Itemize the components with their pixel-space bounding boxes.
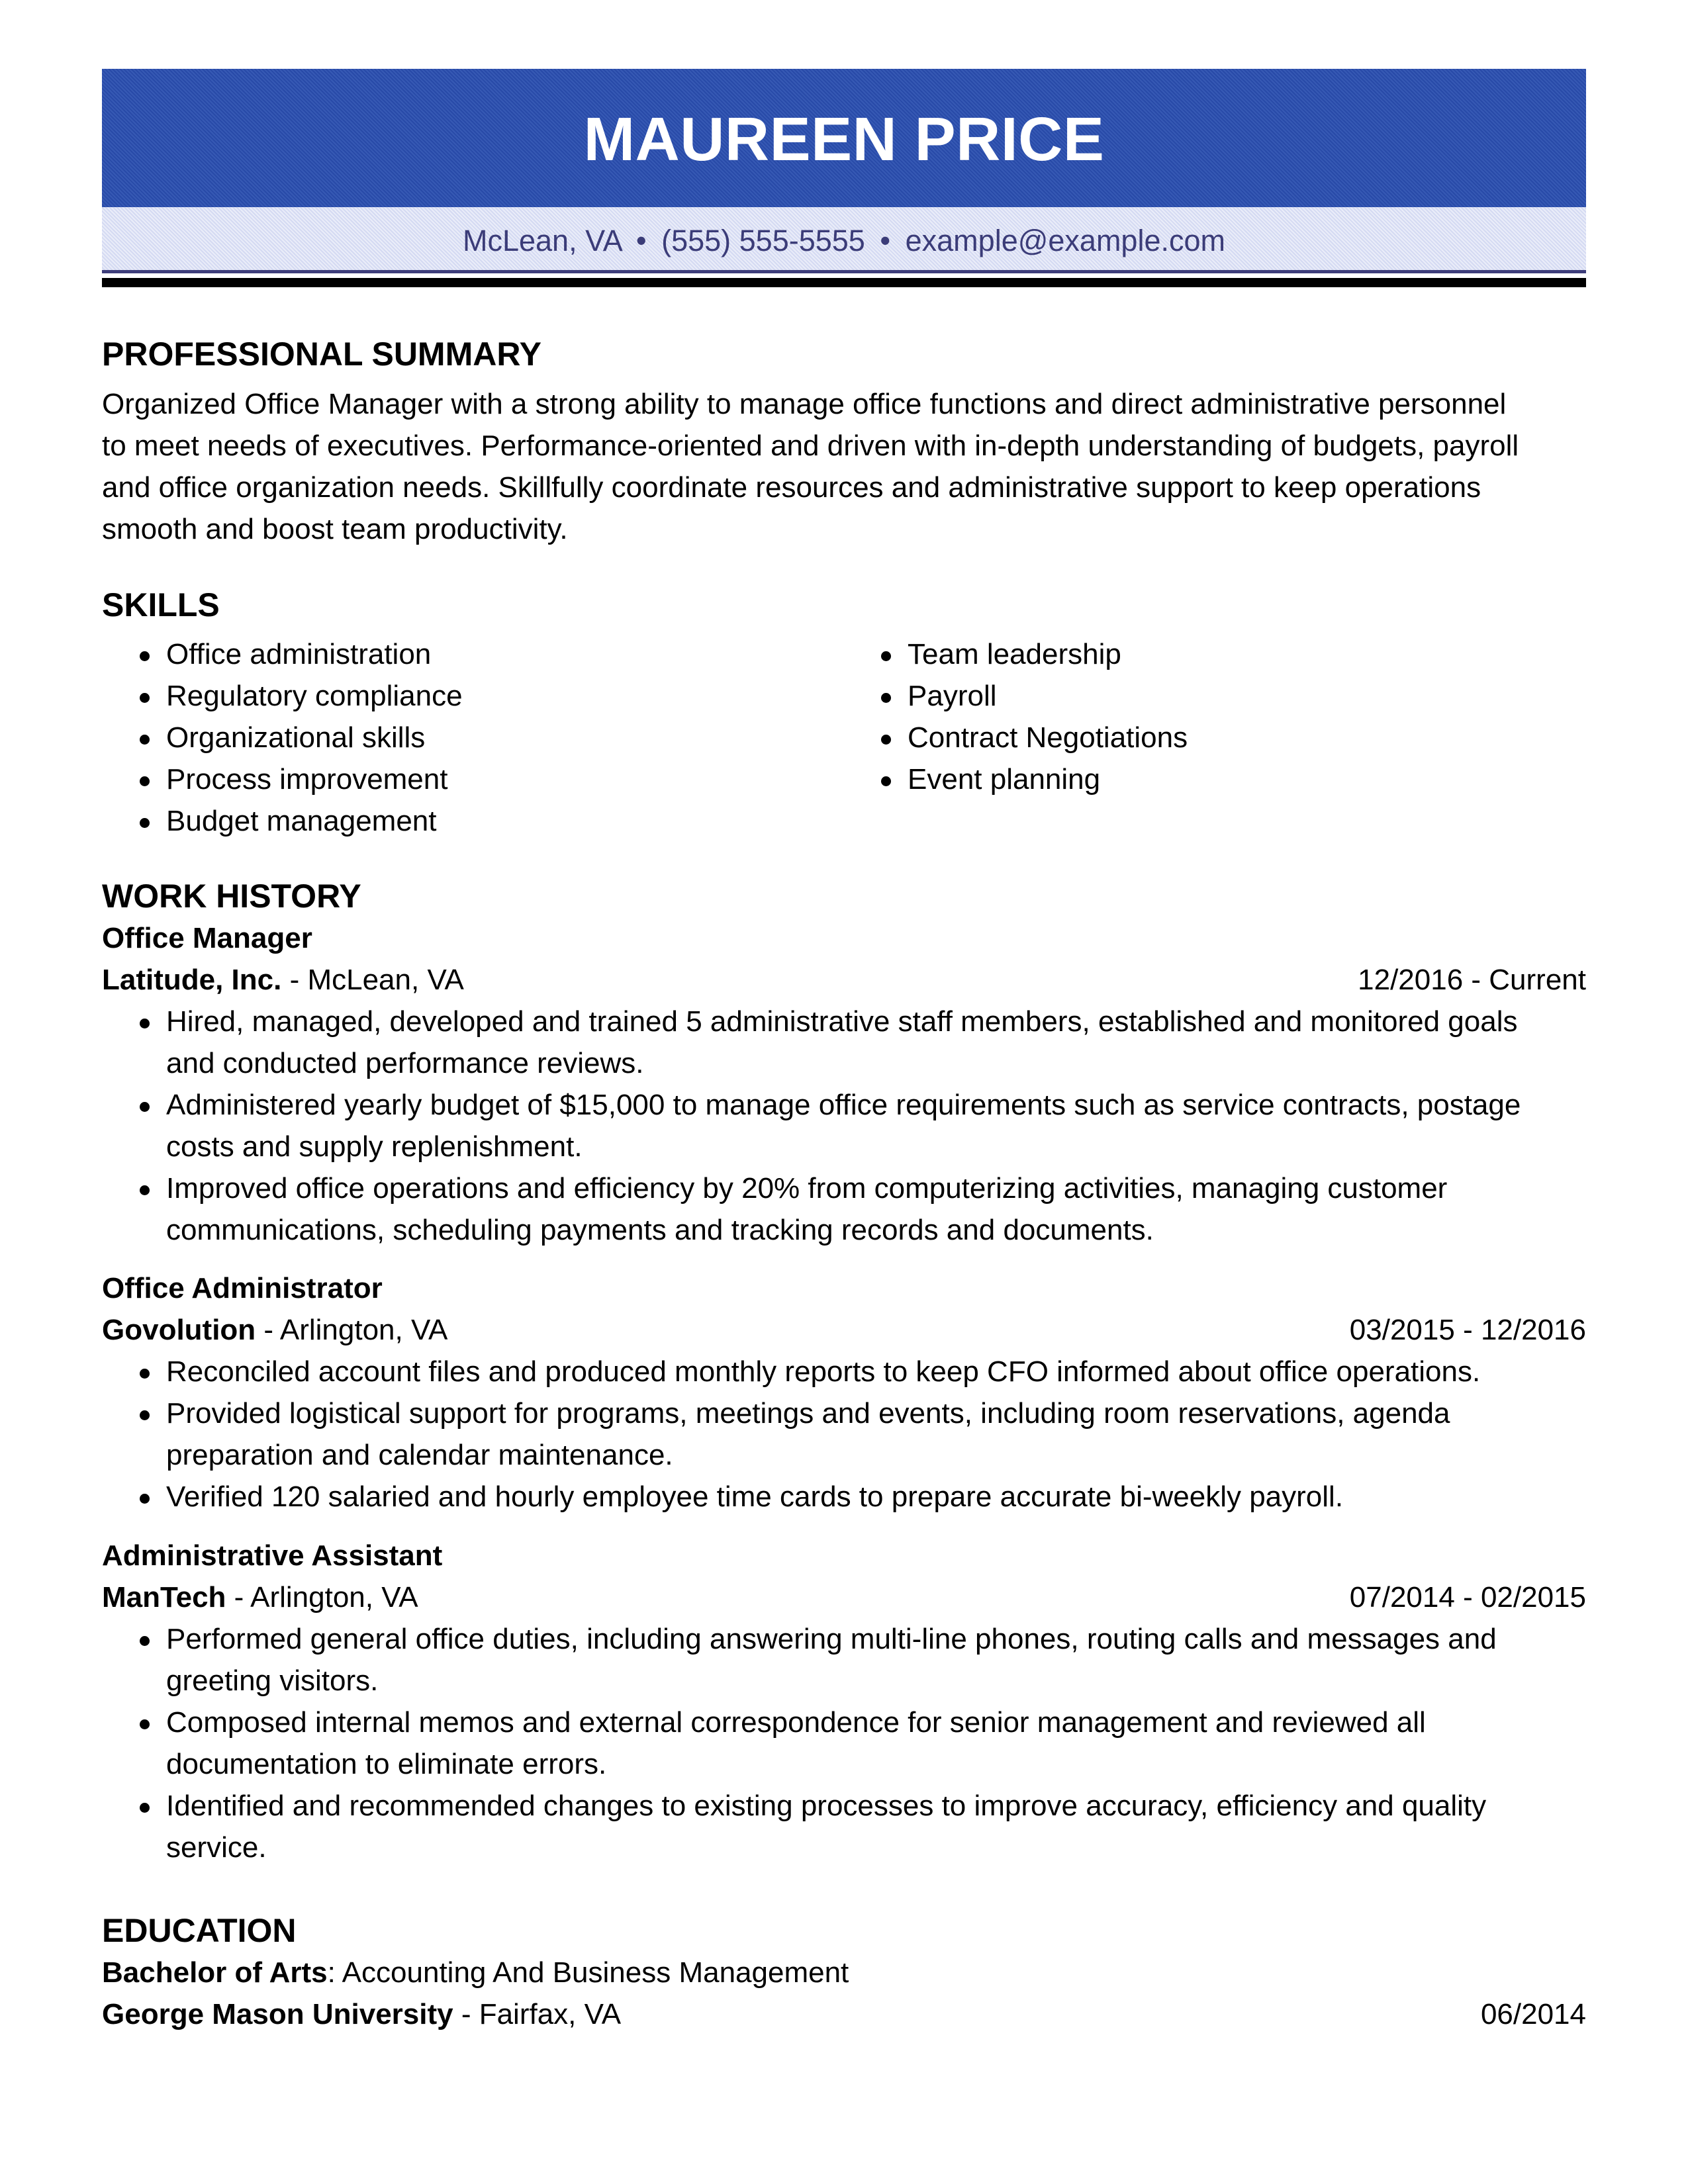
header-divider-thick: [102, 278, 1586, 287]
summary-text: Organized Office Manager with a strong a…: [102, 383, 1586, 550]
job-bullets: Reconciled account files and produced mo…: [102, 1351, 1586, 1518]
skills-list: Office administration Regulatory complia…: [102, 633, 1586, 842]
summary-line: Organized Office Manager with a strong a…: [102, 388, 1507, 420]
contact-location: McLean, VA: [462, 224, 622, 257]
job-meta: ManTech - Arlington, VA 07/2014 - 02/201…: [102, 1576, 1586, 1618]
job-bullet: Provided logistical support for programs…: [102, 1392, 1586, 1476]
job-bullets: Hired, managed, developed and trained 5 …: [102, 1001, 1586, 1251]
school-line: George Mason University - Fairfax, VA 06…: [102, 1993, 1586, 2035]
school-name: George Mason University: [102, 1998, 453, 2030]
skill-item: Process improvement: [102, 758, 843, 800]
job-bullet: Verified 120 salaried and hourly employe…: [102, 1476, 1586, 1518]
summary-line: and office organization needs. Skillfull…: [102, 471, 1481, 504]
job-meta: Latitude, Inc. - McLean, VA 12/2016 - Cu…: [102, 959, 1586, 1001]
company-name: ManTech: [102, 1581, 226, 1614]
skill-item: Event planning: [843, 758, 1585, 800]
skill-item: Regulatory compliance: [102, 675, 843, 717]
contact-info: McLean, VA • (555) 555-5555 • example@ex…: [463, 226, 1225, 255]
skills-column-left: Office administration Regulatory complia…: [102, 633, 843, 842]
graduation-date: 06/2014: [1480, 1998, 1586, 2030]
job-location: - Arlington, VA: [226, 1581, 418, 1614]
degree-line: Bachelor of Arts: Accounting And Busines…: [102, 1952, 1586, 1993]
job-title: Office Administrator: [102, 1272, 383, 1304]
skill-item: Team leadership: [843, 633, 1585, 675]
bullet-separator-icon: •: [880, 224, 891, 257]
skill-item: Payroll: [843, 675, 1585, 717]
job-bullet: Performed general office duties, includi…: [102, 1618, 1586, 1702]
school-location: - Fairfax, VA: [453, 1998, 622, 2030]
candidate-name: MAUREEN PRICE: [583, 105, 1105, 173]
company-name: Latitude, Inc.: [102, 964, 282, 996]
job-dates: 03/2015 - 12/2016: [1349, 1314, 1586, 1346]
job-dates: 07/2014 - 02/2015: [1349, 1581, 1586, 1614]
job-title: Administrative Assistant: [102, 1539, 443, 1572]
job-location: - McLean, VA: [281, 964, 464, 996]
section-title-work-history: WORK HISTORY: [102, 878, 361, 915]
summary-line: smooth and boost team productivity.: [102, 513, 568, 545]
skill-item: Budget management: [102, 800, 843, 842]
education-entry: Bachelor of Arts: Accounting And Busines…: [102, 1952, 1586, 2035]
degree-field: : Accounting And Business Management: [327, 1956, 849, 1989]
degree-name: Bachelor of Arts: [102, 1956, 328, 1989]
job-bullet: Identified and recommended changes to ex…: [102, 1785, 1586, 1868]
section-title-summary: PROFESSIONAL SUMMARY: [102, 336, 541, 373]
summary-line: to meet needs of executives. Performance…: [102, 430, 1519, 462]
job-bullet: Reconciled account files and produced mo…: [102, 1351, 1586, 1392]
job-title: Office Manager: [102, 922, 312, 954]
resume-page: MAUREEN PRICE McLean, VA • (555) 555-555…: [102, 69, 1586, 2030]
job-entry: Office Manager Latitude, Inc. - McLean, …: [102, 917, 1586, 1251]
skill-item: Contract Negotiations: [843, 717, 1585, 758]
skills-column-right: Team leadership Payroll Contract Negotia…: [843, 633, 1585, 842]
job-bullet: Improved office operations and efficienc…: [102, 1167, 1586, 1251]
name-banner: MAUREEN PRICE: [102, 69, 1586, 207]
job-meta: Govolution - Arlington, VA 03/2015 - 12/…: [102, 1309, 1586, 1351]
skill-item: Organizational skills: [102, 717, 843, 758]
job-dates: 12/2016 - Current: [1358, 964, 1586, 996]
skill-item: Office administration: [102, 633, 843, 675]
job-bullet: Administered yearly budget of $15,000 to…: [102, 1084, 1586, 1167]
section-title-education: EDUCATION: [102, 1912, 297, 1949]
job-bullet: Composed internal memos and external cor…: [102, 1702, 1586, 1785]
contact-email: example@example.com: [905, 224, 1226, 257]
job-entry: Office Administrator Govolution - Arling…: [102, 1267, 1586, 1518]
contact-phone: (555) 555-5555: [661, 224, 865, 257]
section-title-skills: SKILLS: [102, 586, 220, 623]
job-entry: Administrative Assistant ManTech - Arlin…: [102, 1535, 1586, 1868]
job-bullets: Performed general office duties, includi…: [102, 1618, 1586, 1868]
company-name: Govolution: [102, 1314, 256, 1346]
job-location: - Arlington, VA: [256, 1314, 448, 1346]
contact-banner: McLean, VA • (555) 555-5555 • example@ex…: [102, 207, 1586, 270]
job-bullet: Hired, managed, developed and trained 5 …: [102, 1001, 1586, 1084]
bullet-separator-icon: •: [635, 224, 647, 257]
